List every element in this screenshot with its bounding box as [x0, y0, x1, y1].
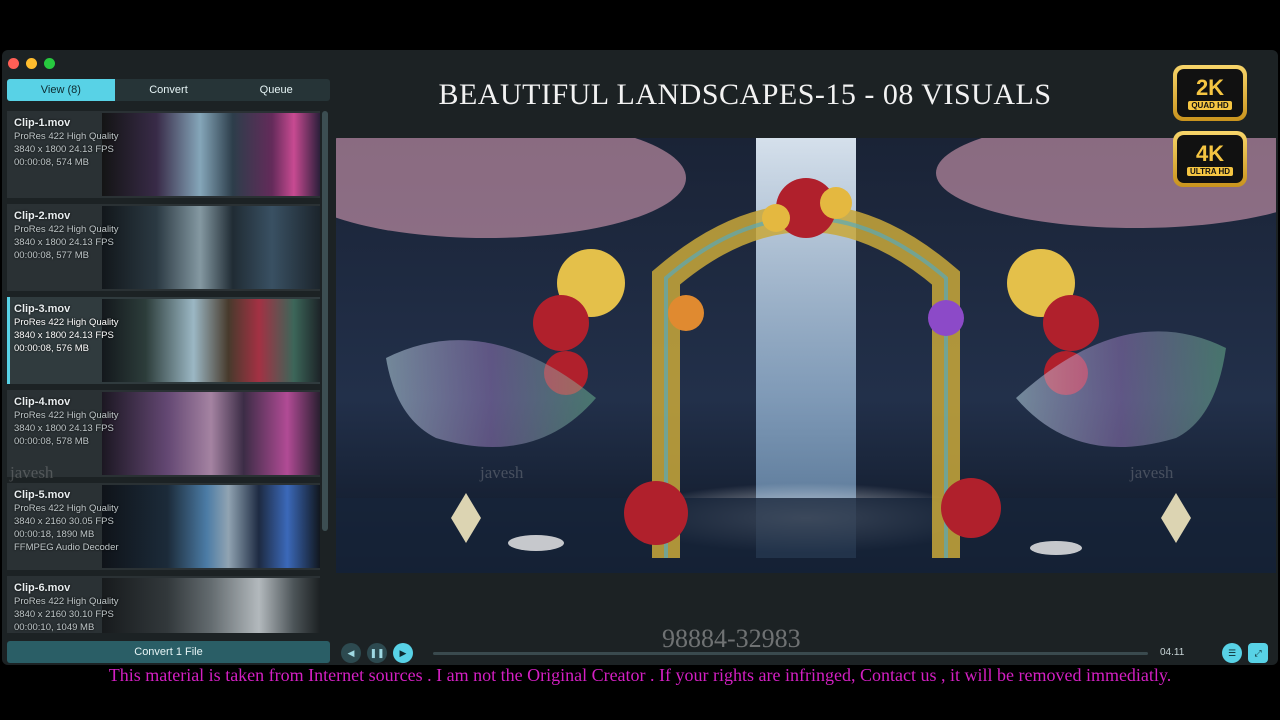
badge-label: 2K [1195, 74, 1225, 100]
prev-icon[interactable]: ◀ [341, 643, 361, 663]
clip-specs: 3840 x 1800 24.13 FPS [14, 144, 114, 155]
clip-specs: 3840 x 2160 30.05 FPS [14, 516, 114, 527]
badge-2k: 2K QUAD HD [1173, 65, 1247, 121]
clip-duration-size: 00:00:08, 574 MB [14, 157, 89, 168]
disclaimer-text: This material is taken from Internet sou… [108, 665, 1172, 685]
convert-button[interactable]: Convert 1 File [7, 641, 330, 663]
clip-thumbnail [102, 206, 320, 289]
view-tabs: View (8) Convert Queue [7, 79, 330, 101]
clip-codec: ProRes 422 High Quality [14, 131, 119, 142]
badge-sublabel: QUAD HD [1188, 100, 1232, 110]
clip-thumbnail [102, 485, 320, 568]
clip-item-3[interactable]: Clip-3.mov ProRes 422 High Quality 3840 … [7, 297, 320, 384]
fullscreen-icon[interactable]: ⤢ [1248, 643, 1268, 663]
clip-audio: FFMPEG Audio Decoder [14, 542, 119, 553]
badge-sublabel: ULTRA HD [1187, 166, 1233, 176]
clip-name: Clip-4.mov [14, 396, 71, 408]
clip-name: Clip-2.mov [14, 210, 71, 222]
tab-view[interactable]: View (8) [7, 79, 115, 101]
clip-codec: ProRes 422 High Quality [14, 317, 119, 328]
list-icon[interactable]: ☰ [1222, 643, 1242, 663]
clip-item-2[interactable]: Clip-2.mov ProRes 422 High Quality 3840 … [7, 204, 320, 291]
clip-item-6[interactable]: Clip-6.mov ProRes 422 High Quality 3840 … [7, 576, 320, 633]
watermark-text: javesh [480, 463, 524, 482]
clip-name: Clip-3.mov [14, 303, 71, 315]
clip-thumbnail [102, 299, 320, 382]
clip-codec: ProRes 422 High Quality [14, 503, 119, 514]
page-title: BEAUTIFUL LANDSCAPES-15 - 08 VISUALS [438, 78, 1052, 111]
clip-item-4[interactable]: Clip-4.mov ProRes 422 High Quality 3840 … [7, 390, 320, 477]
clip-duration-size: 00:00:08, 578 MB [14, 436, 89, 447]
tab-queue[interactable]: Queue [222, 79, 330, 101]
badge-4k: 4K ULTRA HD [1173, 131, 1247, 187]
clip-codec: ProRes 422 High Quality [14, 224, 119, 235]
clip-specs: 3840 x 1800 24.13 FPS [14, 237, 114, 248]
clip-duration-size: 00:00:18, 1890 MB [14, 529, 95, 540]
clip-thumbnail [102, 578, 320, 633]
minimize-window-button[interactable] [26, 58, 37, 69]
clip-name: Clip-6.mov [14, 582, 71, 594]
clip-name: Clip-5.mov [14, 489, 71, 501]
pause-icon[interactable]: ❚❚ [367, 643, 387, 663]
clip-codec: ProRes 422 High Quality [14, 410, 119, 421]
clip-duration-size: 00:00:08, 577 MB [14, 250, 89, 261]
tab-convert[interactable]: Convert [115, 79, 223, 101]
clip-name: Clip-1.mov [14, 117, 71, 129]
clip-thumbnail [102, 392, 320, 475]
clip-duration-size: 00:00:10, 1049 MB [14, 622, 95, 633]
preview-scene [336, 138, 1276, 573]
clip-item-5[interactable]: Clip-5.mov ProRes 422 High Quality 3840 … [7, 483, 320, 570]
badge-label: 4K [1195, 140, 1225, 166]
clip-specs: 3840 x 1800 24.13 FPS [14, 330, 114, 341]
time-display: 04.11 [1160, 647, 1185, 658]
close-window-button[interactable] [8, 58, 19, 69]
clip-list-scrollbar[interactable] [322, 111, 328, 531]
resolution-badges: 2K QUAD HD 4K ULTRA HD [1173, 65, 1247, 187]
clip-item-1[interactable]: Clip-1.mov ProRes 422 High Quality 3840 … [7, 111, 320, 198]
clip-codec: ProRes 422 High Quality [14, 596, 119, 607]
play-icon[interactable]: ▶ [393, 643, 413, 663]
clip-thumbnail [102, 113, 320, 196]
video-preview[interactable] [336, 138, 1276, 573]
clip-duration-size: 00:00:08, 576 MB [14, 343, 89, 354]
clip-specs: 3840 x 1800 24.13 FPS [14, 423, 114, 434]
clip-list: Clip-1.mov ProRes 422 High Quality 3840 … [7, 111, 320, 633]
window-controls [8, 58, 55, 69]
player-controls: ◀ ❚❚ ▶ 04.11 ☰ ⤢ [336, 641, 1276, 665]
timeline-slider[interactable] [433, 652, 1148, 655]
zoom-window-button[interactable] [44, 58, 55, 69]
clip-specs: 3840 x 2160 30.10 FPS [14, 609, 114, 620]
watermark-text: javesh [1130, 463, 1174, 482]
watermark-text: javesh [10, 463, 54, 482]
